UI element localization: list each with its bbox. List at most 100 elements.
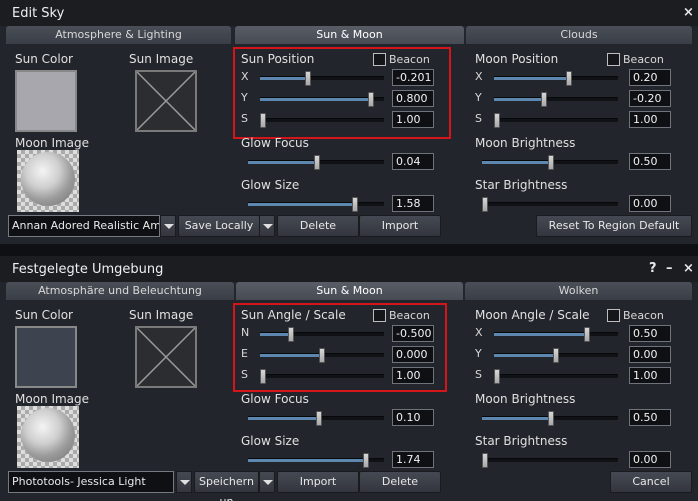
tab-clouds[interactable]: Clouds [466,26,692,44]
tab-clouds[interactable]: Wolken [465,282,692,300]
sun-scale-input[interactable]: 1.00 [392,111,434,128]
glow-size-input[interactable]: 1.58 [392,195,434,212]
glow-focus-label: Glow Focus [241,136,309,150]
moon-brightness-slider[interactable] [482,411,618,426]
sun-scale-slider[interactable] [260,369,384,384]
sun-x-input[interactable]: -0.201 [392,69,434,86]
moon-scale-input[interactable]: 1.00 [629,111,671,128]
moon-angle-label: Moon Angle / Scale [475,308,590,322]
help-icon[interactable]: ? [649,261,657,276]
sun-angle-label: Sun Angle / Scale [241,308,346,322]
star-brightness-slider[interactable] [482,197,618,212]
sun-color-label: Sun Color [15,52,73,66]
sun-beacon-checkbox[interactable] [373,309,386,322]
reset-region-button[interactable]: Reset To Region Default [536,215,692,237]
sun-image-picker[interactable] [135,326,197,388]
moon-icon [21,152,75,206]
save-dropdown-icon[interactable] [259,471,275,493]
import-button[interactable]: Import [277,471,359,493]
separator [0,244,698,256]
sun-x-slider[interactable] [260,71,384,86]
close-icon[interactable]: × [683,261,694,276]
moon-scale-slider[interactable] [494,113,618,128]
moon-image-picker[interactable] [17,406,79,468]
moon-brightness-input[interactable]: 0.50 [629,409,671,426]
glow-size-label: Glow Size [241,178,300,192]
axis-label: S [475,368,482,381]
glow-focus-slider[interactable] [248,155,384,170]
sun-y-slider[interactable] [260,92,384,107]
moon-brightness-input[interactable]: 0.50 [629,153,671,170]
delete-button[interactable]: Delete [277,215,359,237]
moon-scale-input[interactable]: 1.00 [629,367,671,384]
axis-label: E [241,347,248,360]
moon-image-picker[interactable] [17,150,79,212]
sun-image-label: Sun Image [129,308,194,322]
sun-color-swatch[interactable] [15,326,77,388]
moon-image-label: Moon Image [15,136,90,150]
glow-size-slider[interactable] [248,197,384,212]
sun-n-input[interactable]: -0.500 [392,325,434,342]
delete-button[interactable]: Delete [359,471,441,493]
moon-beacon-checkbox[interactable] [607,309,620,322]
moon-scale-slider[interactable] [494,369,618,384]
sun-beacon-label: Beacon [389,53,430,66]
tab-sun-moon[interactable]: Sun & Moon [236,282,463,300]
sun-scale-input[interactable]: 1.00 [392,367,434,384]
moon-x-input[interactable]: 0.20 [629,69,671,86]
title-bar[interactable]: Edit Sky × [0,0,698,26]
environment-panel: Festgelegte Umgebung ? – × Atmosphäre un… [0,256,698,501]
axis-label: S [241,368,248,381]
glow-size-slider[interactable] [248,453,384,468]
no-image-icon [136,71,196,131]
preset-combo[interactable]: Annan Adored Realistic Am [8,215,160,237]
tab-sun-moon[interactable]: Sun & Moon [235,26,464,44]
moon-icon [21,408,75,462]
title-bar[interactable]: Festgelegte Umgebung ? – × [0,256,698,282]
star-brightness-label: Star Brightness [475,178,568,192]
moon-brightness-label: Moon Brightness [475,392,576,406]
sun-image-picker[interactable] [135,70,197,132]
minimize-icon[interactable]: – [666,261,673,276]
preset-combo[interactable]: Phototools- Jessica Light [8,471,174,493]
glow-focus-input[interactable]: 0.10 [392,409,434,426]
sun-beacon-checkbox[interactable] [373,53,386,66]
moon-y-input[interactable]: -0.20 [629,90,671,107]
window-title: Festgelegte Umgebung [12,262,164,277]
tab-atmosphere[interactable]: Atmosphäre und Beleuchtung [6,282,234,300]
glow-size-input[interactable]: 1.74 [392,451,434,468]
moon-x-slider[interactable] [494,71,618,86]
import-button[interactable]: Import [359,215,441,237]
sun-e-slider[interactable] [260,348,384,363]
save-button[interactable]: Speichern un [194,471,259,501]
close-icon[interactable]: × [683,5,694,20]
sun-y-input[interactable]: 0.800 [392,90,434,107]
star-brightness-slider[interactable] [482,453,618,468]
star-brightness-input[interactable]: 0.00 [629,195,671,212]
star-brightness-input[interactable]: 0.00 [629,451,671,468]
moon-beacon-checkbox[interactable] [607,53,620,66]
save-dropdown-icon[interactable] [259,215,275,237]
moon-x-input[interactable]: 0.50 [629,325,671,342]
moon-brightness-slider[interactable] [482,155,618,170]
cancel-button[interactable]: Cancel [610,471,692,493]
preset-dropdown-icon[interactable] [160,215,176,237]
sun-scale-slider[interactable] [260,113,384,128]
moon-x-slider[interactable] [494,327,618,342]
moon-position-label: Moon Position [475,52,559,66]
axis-label: S [475,112,482,125]
sun-color-swatch[interactable] [15,70,77,132]
preset-dropdown-icon[interactable] [176,471,192,493]
moon-y-slider[interactable] [494,92,618,107]
glow-focus-input[interactable]: 0.04 [392,153,434,170]
sun-e-input[interactable]: 0.000 [392,346,434,363]
glow-focus-slider[interactable] [248,411,384,426]
save-locally-button[interactable]: Save Locally [178,215,260,237]
tab-atmosphere[interactable]: Atmosphere & Lighting [6,26,231,44]
moon-y-input[interactable]: 0.00 [629,346,671,363]
moon-brightness-label: Moon Brightness [475,136,576,150]
sun-position-label: Sun Position [241,52,315,66]
sun-n-slider[interactable] [260,327,384,342]
sun-beacon-label: Beacon [389,309,430,322]
moon-y-slider[interactable] [494,348,618,363]
